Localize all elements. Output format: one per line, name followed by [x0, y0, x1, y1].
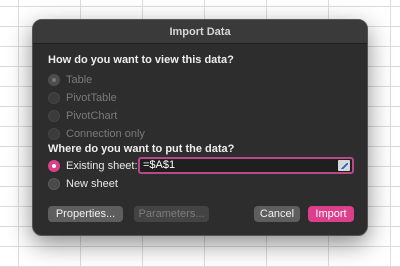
- radio-existing-sheet[interactable]: Existing sheet:: [48, 159, 138, 173]
- dialog-title: Import Data: [33, 20, 367, 44]
- radio-label-existing-sheet: Existing sheet:: [66, 160, 138, 172]
- reference-input[interactable]: =$A$1: [138, 157, 354, 174]
- collapse-dialog-icon[interactable]: [338, 160, 350, 171]
- radio-indicator-connection-only: [48, 128, 60, 140]
- import-data-dialog: Import Data How do you want to view this…: [32, 19, 368, 236]
- radio-connection-only[interactable]: Connection only: [48, 127, 145, 141]
- view-question-heading: How do you want to view this data?: [48, 54, 234, 66]
- radio-indicator-pivottable: [48, 92, 60, 104]
- reference-value: =$A$1: [143, 159, 176, 171]
- radio-indicator-new-sheet: [48, 178, 60, 190]
- properties-button[interactable]: Properties...: [48, 206, 123, 222]
- parameters-button[interactable]: Parameters...: [134, 206, 209, 222]
- radio-label-new-sheet: New sheet: [66, 178, 118, 190]
- cancel-button[interactable]: Cancel: [254, 206, 300, 222]
- radio-label-connection-only: Connection only: [66, 128, 145, 140]
- radio-pivottable[interactable]: PivotTable: [48, 91, 117, 105]
- radio-pivotchart[interactable]: PivotChart: [48, 109, 117, 123]
- place-question-heading: Where do you want to put the data?: [48, 143, 235, 155]
- radio-label-pivottable: PivotTable: [66, 92, 117, 104]
- import-button[interactable]: Import: [308, 206, 354, 222]
- radio-label-table: Table: [66, 74, 93, 86]
- radio-indicator-existing-sheet: [48, 160, 60, 172]
- radio-table[interactable]: Table: [48, 73, 92, 87]
- radio-label-pivotchart: PivotChart: [66, 110, 118, 122]
- radio-indicator-table: [48, 74, 60, 86]
- radio-new-sheet[interactable]: New sheet: [48, 177, 118, 191]
- radio-indicator-pivotchart: [48, 110, 60, 122]
